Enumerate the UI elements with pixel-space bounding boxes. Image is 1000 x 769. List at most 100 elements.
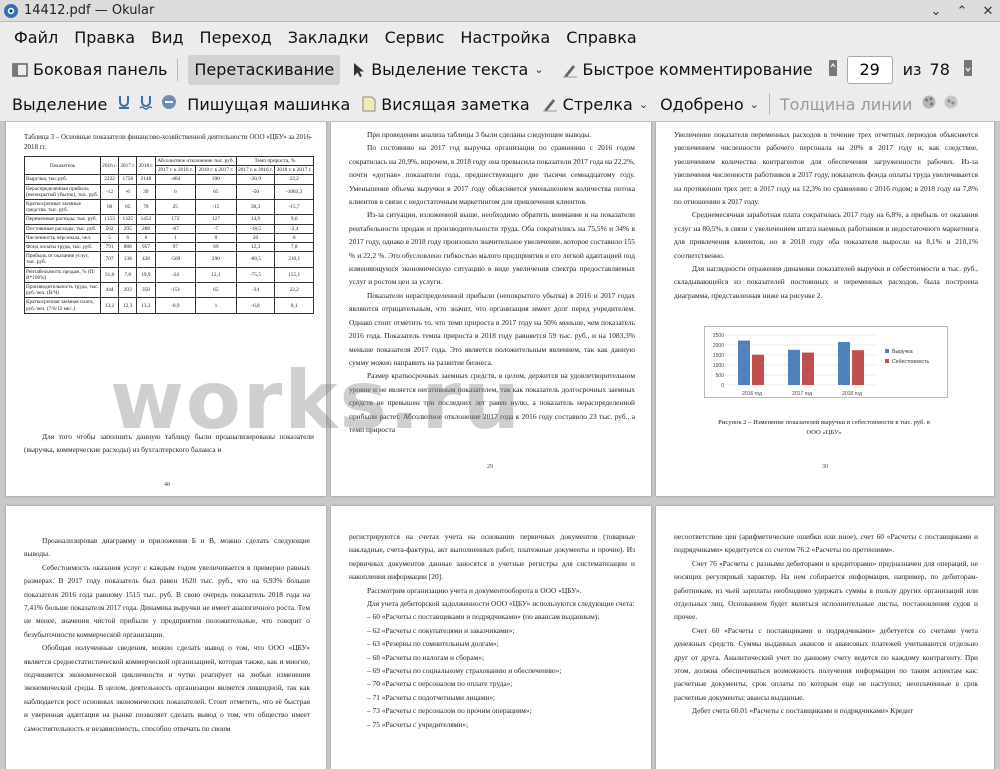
window-controls: ⌄ ⌃ ✕: [928, 3, 996, 19]
table-cell: 7,8: [274, 242, 314, 253]
row-label: Переменные расходы, тыс. руб.: [24, 214, 101, 225]
paragraph: Увеличение показателя переменных расходо…: [674, 130, 978, 207]
sidebar-button[interactable]: Боковая панель: [6, 55, 173, 85]
color-button[interactable]: [918, 89, 940, 119]
row-label: Прибыль от оказания услуг, тыс. руб.: [24, 251, 101, 268]
bar: [752, 354, 764, 385]
paragraph: Для учета дебиторской задолженности ООО …: [367, 599, 635, 609]
arrow-button[interactable]: Стрелка ⌄: [536, 89, 654, 119]
paragraph: Для наглядности отражения динамики показ…: [674, 264, 978, 300]
table-cell: 13,2: [99, 297, 120, 314]
table-cell: 957: [136, 242, 156, 253]
table-cell: -2,4: [274, 223, 314, 234]
menu-go[interactable]: Переход: [192, 28, 280, 47]
chevron-down-icon[interactable]: ⌄: [750, 98, 759, 111]
x-tick-label: 2016 год: [742, 391, 762, 397]
table-cell: 888: [118, 242, 138, 253]
table-cell: -1083,3: [274, 183, 314, 201]
list-item: – 70 «Расчеты с персоналом по оплате тру…: [367, 679, 513, 689]
page-number: 48: [164, 482, 170, 488]
table-cell: -6,8: [235, 297, 276, 314]
th-2018: 2018 г.: [136, 155, 156, 176]
table-cell: -80,5: [235, 251, 276, 268]
table-cell: 31,8: [99, 266, 120, 284]
menu-file[interactable]: Файл: [6, 28, 66, 47]
table-cell: 138: [118, 251, 138, 268]
bar-chart: 0 500 1000 1500 2000 2500 2016 год 2017 год 2018…: [704, 326, 948, 398]
financial-table: Показатель 2016 г. 2017 г. 2018 г. Абсол…: [24, 155, 315, 314]
page-of-label: из: [902, 60, 922, 79]
menu-edit[interactable]: Правка: [66, 28, 143, 47]
table-cell: 358: [136, 282, 156, 299]
th-abs-1: 2017 г. к 2016 г.: [154, 165, 197, 176]
sticky-note-button[interactable]: Висящая заметка: [356, 89, 535, 119]
table-cell: -15: [195, 199, 237, 216]
table-row: Фонд оплаты труда, тыс. руб. 791 888 957 97 6…: [24, 242, 314, 253]
strikeout-button[interactable]: [157, 89, 181, 119]
stamp-button[interactable]: Одобрено ⌄: [654, 89, 765, 119]
maximize-icon[interactable]: ⌃: [954, 3, 970, 19]
table-cell: -18,5: [235, 223, 276, 234]
sticky-note-label: Висящая заметка: [381, 94, 530, 114]
table-cell: -15,7: [274, 199, 314, 216]
drag-mode-label: Перетаскивание: [194, 60, 335, 79]
table-cell: 14,9: [235, 214, 276, 225]
table-cell: -7: [195, 223, 237, 234]
table-cell: 12,1: [195, 266, 237, 284]
list-item: – 68 «Расчеты по налогам и сборам»;: [367, 652, 485, 662]
table-cell: 444: [99, 282, 120, 299]
highlight-button[interactable]: Выделение: [6, 89, 113, 119]
arrow-label: Стрелка: [562, 94, 633, 114]
table-row: Постоянные расходы, тыс. руб. 562 295 288 -6…: [24, 223, 314, 234]
document-viewport[interactable]: Таблица 3 – Основные показатели финансов…: [0, 122, 1000, 769]
arrow-pen-icon: [542, 96, 558, 112]
table-cell: 1758: [118, 174, 138, 185]
line-width-button: Толщина линии: [774, 89, 919, 119]
menu-tools[interactable]: Сервис: [377, 28, 453, 47]
table-cell: 428: [136, 251, 156, 268]
table-cell: -151: [154, 282, 197, 299]
table-cell: 707: [99, 251, 120, 268]
color-picker-icon: [921, 94, 937, 114]
table-cell: 1: [154, 232, 197, 244]
page-body: регистрируются на счетах учета на основа…: [349, 530, 635, 731]
chevron-down-icon[interactable]: ⌄: [639, 98, 648, 111]
menu-settings[interactable]: Настройка: [452, 28, 558, 47]
page-number-input[interactable]: [846, 55, 893, 84]
th-rate-2: 2018 г. к 2017 г.: [274, 165, 314, 176]
minimize-icon[interactable]: ⌄: [928, 3, 944, 19]
table-cell: -12: [99, 183, 120, 201]
menu-help[interactable]: Справка: [558, 28, 645, 47]
table-cell: 0: [274, 232, 314, 244]
paragraph: Счет 76 «Расчеты с разными дебиторами и …: [674, 558, 978, 622]
table-cell: -20,9: [235, 174, 276, 185]
y-tick-label: 0: [721, 383, 724, 389]
okular-app-icon: [4, 3, 18, 18]
next-page-button[interactable]: [960, 55, 976, 85]
typewriter-button[interactable]: Пишущая машинка: [181, 89, 356, 119]
menu-view[interactable]: Вид: [143, 28, 191, 47]
list-item: – 75 «Расчеты с учредителями»;: [367, 719, 469, 729]
menu-bookmarks[interactable]: Закладки: [280, 28, 377, 47]
underline-button[interactable]: [113, 89, 135, 119]
squiggly-button[interactable]: [135, 89, 157, 119]
chevron-down-icon[interactable]: ⌄: [534, 63, 543, 76]
close-icon[interactable]: ✕: [980, 3, 996, 19]
table-row: Выручка, тыс.руб. 2222 1758 2148 -464 390 -20,…: [24, 174, 314, 185]
main-toolbar: Боковая панель Перетаскивание Выделение …: [0, 52, 1000, 87]
y-tick-label: 500: [716, 373, 725, 379]
table-cell: 0: [195, 232, 237, 244]
page-number: 29: [487, 464, 493, 470]
page-total: 78: [929, 60, 950, 79]
bar: [802, 352, 814, 385]
table-row: Рентабельность продаж, % (П/В*100%) 31,8 7…: [24, 266, 314, 284]
row-label: Краткосрочные заемные средства, тыс. руб…: [24, 199, 101, 216]
previous-page-button[interactable]: [825, 55, 841, 85]
y-tick-label: 2500: [713, 333, 724, 339]
text-select-button[interactable]: Выделение текста ⌄: [346, 55, 549, 85]
drag-mode-button[interactable]: Перетаскивание: [188, 54, 341, 85]
quick-comment-button[interactable]: Быстрое комментирование: [556, 55, 819, 85]
paragraph: Счет 60 «Расчеты с поставщиками и подряд…: [674, 625, 978, 702]
fill-color-button[interactable]: [940, 89, 962, 119]
pen-icon: [562, 62, 578, 78]
